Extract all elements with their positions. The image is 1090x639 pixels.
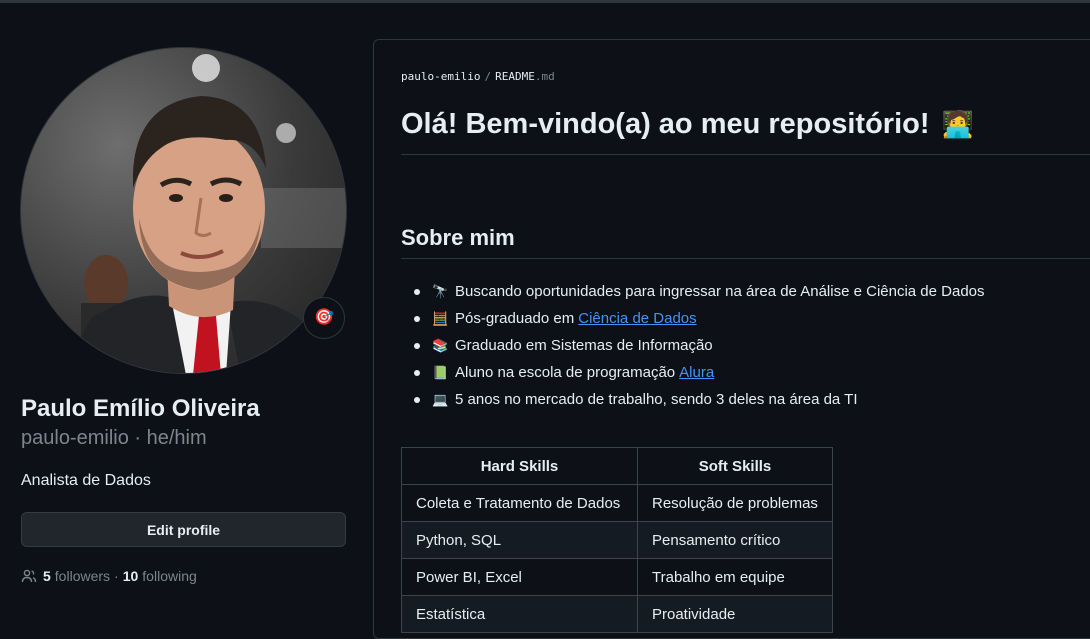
table-header-soft-skills: Soft Skills (637, 447, 833, 485)
profile-bio: Analista de Dados (21, 472, 151, 489)
profile-login-pronouns: paulo-emilio · he/him (21, 427, 207, 449)
about-list: 🔭 Buscando oportunidades para ingressar … (414, 278, 985, 413)
following-link[interactable]: 10 following (123, 568, 197, 584)
status-badge[interactable]: 🎯 (303, 297, 345, 339)
table-cell: Proatividade (637, 595, 833, 633)
stats-separator: · (114, 568, 119, 584)
edit-profile-button[interactable]: Edit profile (21, 512, 346, 547)
follow-stats: 5 followers · 10 following (21, 568, 197, 584)
avatar[interactable] (20, 47, 347, 374)
table-cell: Trabalho em equipe (637, 558, 833, 596)
about-heading: Sobre mim (401, 225, 515, 250)
list-item-text: Pós-graduado em (455, 310, 575, 327)
following-label: following (142, 568, 197, 584)
data-science-link[interactable]: Ciência de Dados (578, 310, 696, 327)
list-item: 🧮 Pós-graduado em Ciência de Dados (414, 305, 985, 332)
list-item: 🔭 Buscando oportunidades para ingressar … (414, 278, 985, 305)
about-divider (401, 258, 1090, 259)
readme-file-ext: .md (534, 70, 555, 83)
table-row: Estatística Proatividade (401, 595, 833, 633)
table-cell: Coleta e Tratamento de Dados (401, 484, 638, 522)
skills-table: Hard Skills Soft Skills Coleta e Tratame… (401, 447, 833, 633)
table-cell: Estatística (401, 595, 638, 633)
title-divider (401, 154, 1090, 155)
list-item: 📚 Graduado em Sistemas de Informação (414, 332, 985, 359)
table-cell: Power BI, Excel (401, 558, 638, 596)
followers-link[interactable]: 5 followers (43, 568, 110, 584)
target-icon: 🎯 (314, 309, 334, 326)
people-icon (21, 569, 37, 583)
readme-path-file-link[interactable]: README.md (495, 70, 555, 83)
readme-path-user-link[interactable]: paulo-emilio (401, 70, 480, 83)
technologist-icon: 🧑‍💻 (941, 109, 974, 139)
list-item-text: Aluno na escola de programação (455, 364, 676, 381)
table-header-hard-skills: Hard Skills (401, 447, 638, 485)
readme-panel: paulo-emilio / README.md Olá! Bem-vindo(… (373, 39, 1090, 639)
abacus-icon: 🧮 (432, 310, 449, 326)
books-icon: 📚 (432, 337, 449, 353)
followers-count: 5 (43, 568, 51, 584)
followers-label: followers (54, 568, 111, 584)
table-header-row: Hard Skills Soft Skills (401, 447, 833, 485)
laptop-icon: 💻 (432, 391, 449, 407)
list-item: 💻 5 anos no mercado de trabalho, sendo 3… (414, 386, 985, 413)
table-row: Python, SQL Pensamento crítico (401, 521, 833, 559)
telescope-icon: 🔭 (432, 283, 449, 299)
table-cell: Resolução de problemas (637, 484, 833, 522)
readme-path-separator: / (484, 70, 492, 83)
list-item: 📗 Aluno na escola de programação Alura (414, 359, 985, 386)
avatar-container[interactable]: 🎯 (20, 47, 347, 374)
profile-name: Paulo Emílio Oliveira (21, 395, 260, 422)
list-item-text: Buscando oportunidades para ingressar na… (455, 283, 985, 300)
readme-title: Olá! Bem-vindo(a) ao meu repositório! 🧑‍… (401, 108, 974, 141)
readme-path: paulo-emilio / README.md (401, 70, 555, 83)
table-row: Power BI, Excel Trabalho em equipe (401, 558, 833, 596)
readme-title-text: Olá! Bem-vindo(a) ao meu repositório! (401, 108, 930, 140)
table-cell: Python, SQL (401, 521, 638, 559)
alura-link[interactable]: Alura (679, 364, 714, 381)
readme-file-name: README (495, 70, 535, 83)
table-cell: Pensamento crítico (637, 521, 833, 559)
avatar-photo (52, 54, 346, 373)
book-icon: 📗 (432, 364, 449, 380)
top-border (0, 0, 1090, 3)
list-item-text: 5 anos no mercado de trabalho, sendo 3 d… (455, 391, 858, 408)
following-count: 10 (122, 568, 139, 584)
list-item-text: Graduado em Sistemas de Informação (455, 337, 713, 354)
table-row: Coleta e Tratamento de Dados Resolução d… (401, 484, 833, 522)
